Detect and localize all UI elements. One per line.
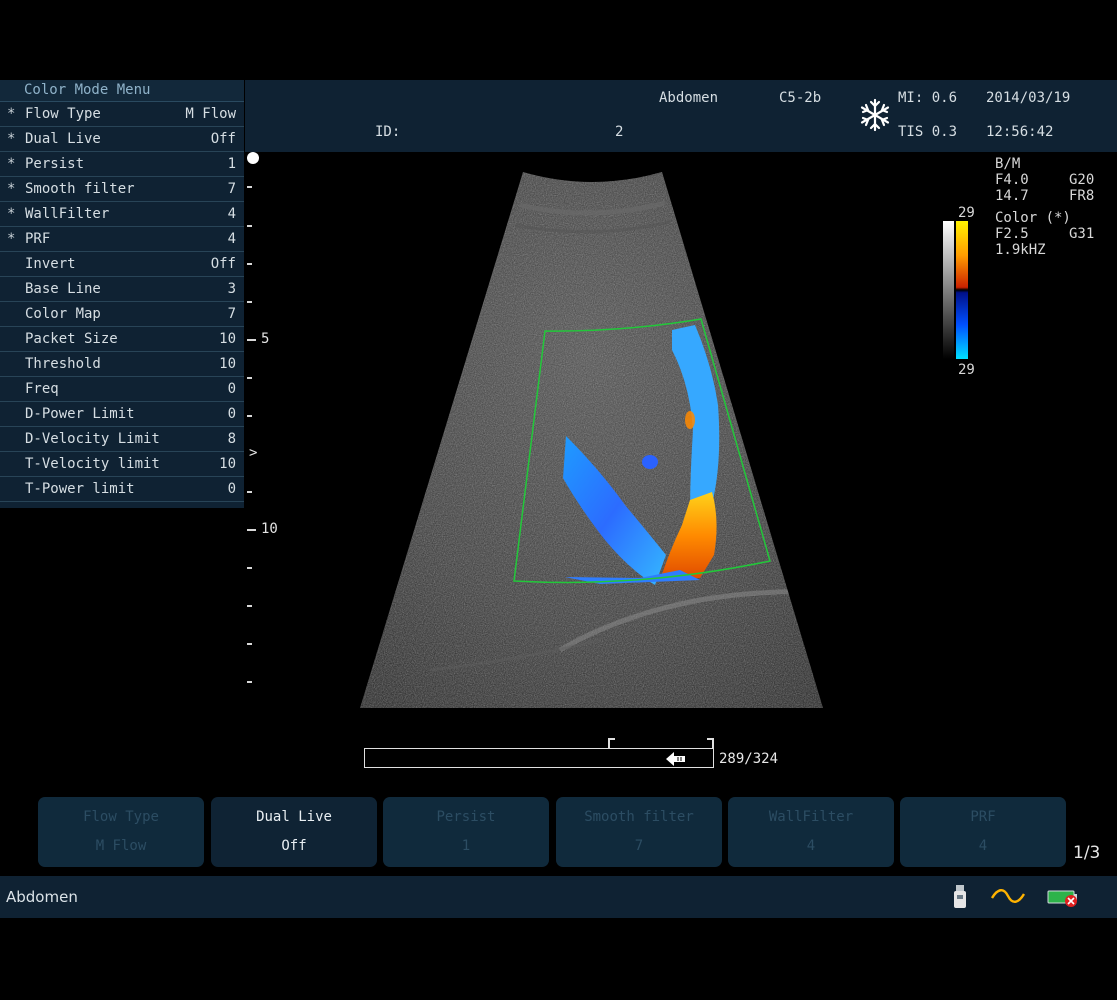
color-gain: G31 bbox=[1069, 226, 1095, 242]
depth-tick-major bbox=[247, 529, 256, 531]
depth-tick bbox=[247, 643, 252, 645]
cine-position-arrow[interactable] bbox=[665, 751, 687, 767]
softkey-label: Flow Type bbox=[83, 809, 159, 825]
battery-icon bbox=[1047, 890, 1077, 907]
bm-frequency: F4.0 bbox=[995, 172, 1029, 188]
status-exam-name: Abdomen bbox=[6, 888, 78, 906]
depth-tick bbox=[247, 567, 252, 569]
softkey-button[interactable]: PRF 4 bbox=[900, 797, 1066, 867]
bm-frame-rate: FR8 bbox=[1069, 188, 1095, 204]
depth-tick bbox=[247, 186, 252, 188]
softkey-label: Dual Live bbox=[256, 809, 332, 825]
status-bar: Abdomen bbox=[0, 876, 1117, 918]
depth-tick bbox=[247, 377, 252, 379]
depth-tick bbox=[247, 225, 252, 227]
orientation-marker bbox=[247, 152, 259, 164]
colorbar-bottom-label: 29 bbox=[958, 362, 975, 378]
color-frequency: F2.5 bbox=[995, 226, 1029, 242]
softkey-label: Smooth filter bbox=[584, 809, 694, 825]
softkey-button[interactable]: Flow Type M Flow bbox=[38, 797, 204, 867]
depth-tick bbox=[247, 681, 252, 683]
softkey-label: PRF bbox=[970, 809, 996, 825]
softkey-button[interactable]: Dual Live Off bbox=[211, 797, 377, 867]
cine-range-brackets bbox=[608, 738, 714, 748]
bm-gain: G20 bbox=[1069, 172, 1095, 188]
depth-tick-major bbox=[247, 339, 256, 341]
depth-label-5: 5 bbox=[261, 331, 270, 347]
softkey-button[interactable]: WallFilter 4 bbox=[728, 797, 894, 867]
softkey-value: M Flow bbox=[95, 838, 147, 854]
softkey-label: Persist bbox=[436, 809, 496, 825]
softkey-value: 7 bbox=[634, 838, 644, 854]
depth-label-10: 10 bbox=[261, 521, 278, 537]
softkey-value: 4 bbox=[978, 838, 988, 854]
color-velocity-bar bbox=[956, 221, 968, 359]
cine-loop-bar[interactable] bbox=[364, 748, 714, 768]
depth-tick bbox=[247, 491, 252, 493]
depth-tick bbox=[247, 263, 252, 265]
depth-tick bbox=[247, 301, 252, 303]
softkey-value: 1 bbox=[461, 838, 471, 854]
softkey-button[interactable]: Persist 1 bbox=[383, 797, 549, 867]
usb-icon bbox=[954, 885, 966, 908]
softkey-value: Off bbox=[281, 838, 307, 854]
softkey-value: 4 bbox=[806, 838, 816, 854]
cine-frame-counter: 289/324 bbox=[719, 751, 779, 767]
bm-depth: 14.7 bbox=[995, 188, 1029, 204]
gray-scale-bar bbox=[943, 221, 954, 359]
colorbar-top-label: 29 bbox=[958, 205, 975, 221]
color-prf: 1.9kHZ bbox=[995, 242, 1046, 258]
depth-tick bbox=[247, 605, 252, 607]
ecg-wave-icon bbox=[990, 889, 1026, 903]
softkey-label: WallFilter bbox=[768, 809, 854, 825]
bm-title: B/M bbox=[995, 156, 1021, 172]
softkey-button[interactable]: Smooth filter 7 bbox=[556, 797, 722, 867]
color-title: Color (*) bbox=[995, 210, 1071, 226]
softkey-page-indicator[interactable]: 1/3 bbox=[1073, 843, 1100, 863]
focus-marker[interactable]: > bbox=[249, 445, 257, 461]
depth-tick bbox=[247, 415, 252, 417]
